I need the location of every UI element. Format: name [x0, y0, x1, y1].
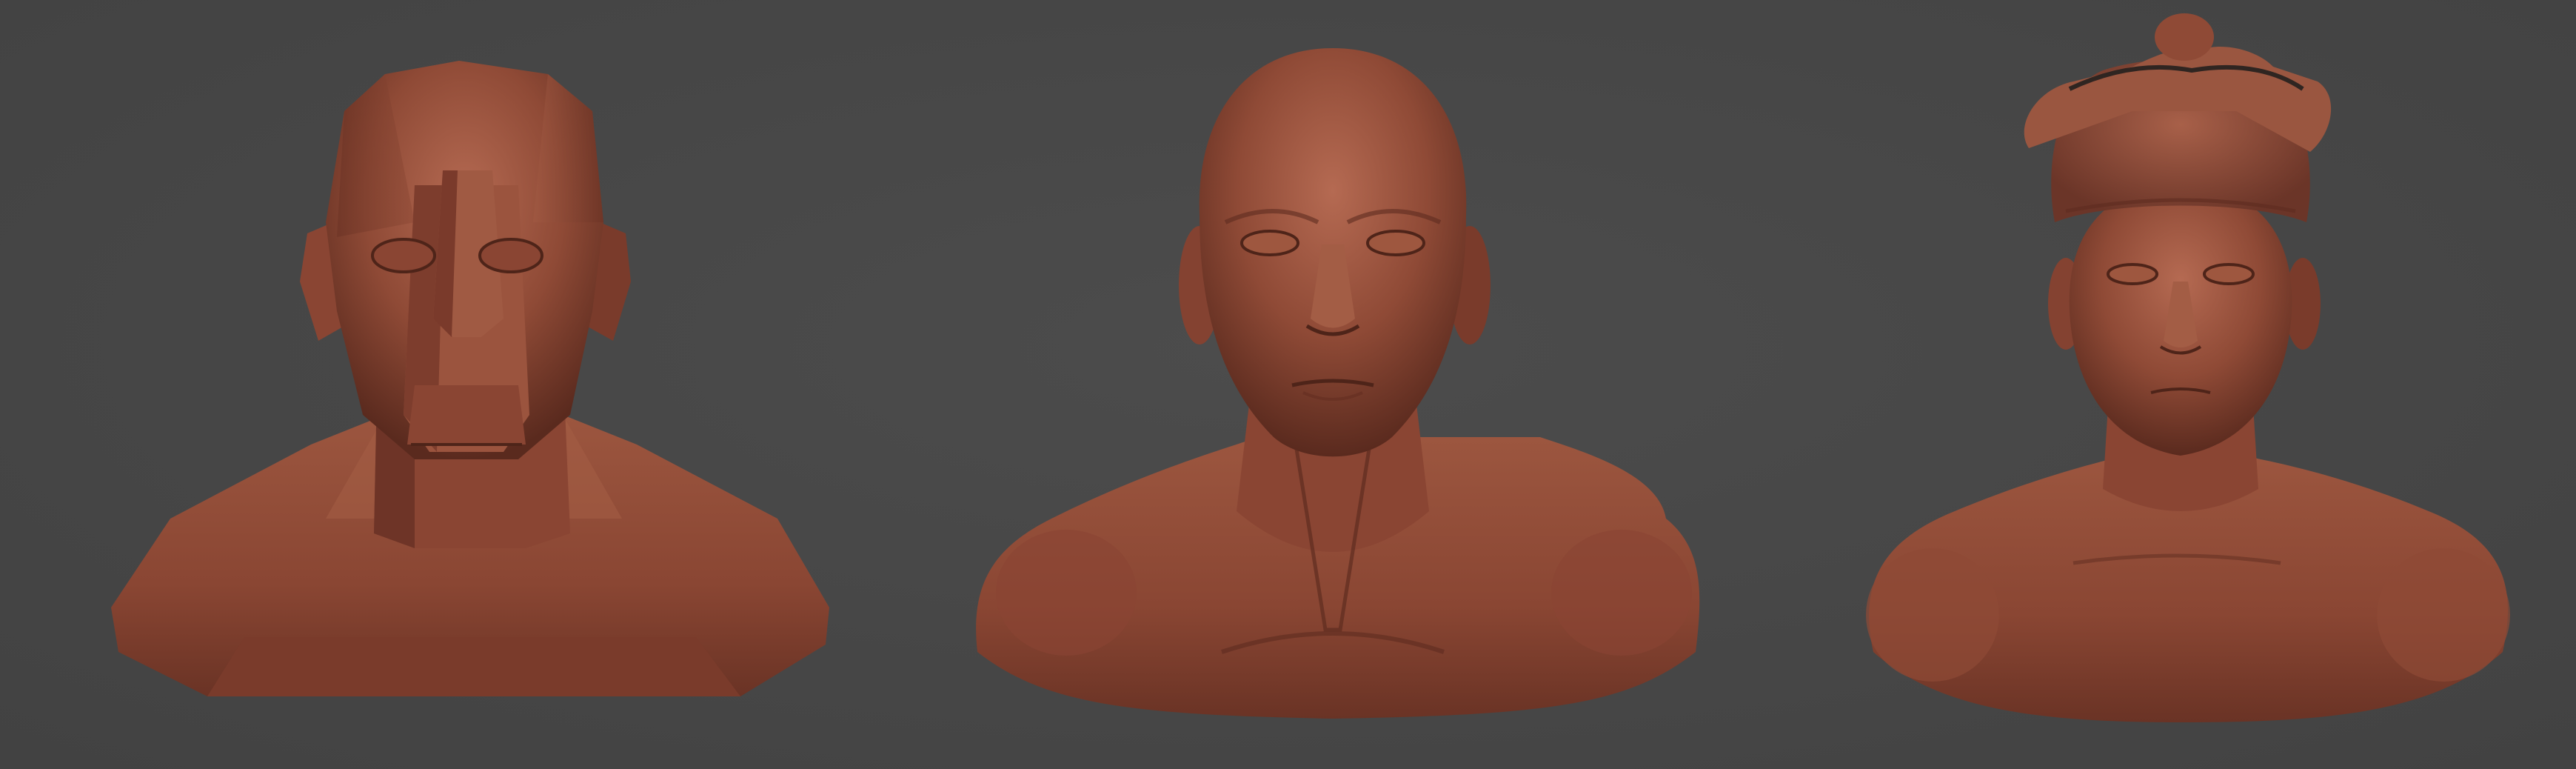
planar-head-bust	[111, 61, 829, 696]
anatomical-head-bust	[976, 48, 1700, 719]
detailed-head-bust-with-headwrap	[1866, 13, 2510, 722]
sculpt-viewport[interactable]	[0, 0, 2576, 769]
busts-render	[111, 13, 2510, 722]
